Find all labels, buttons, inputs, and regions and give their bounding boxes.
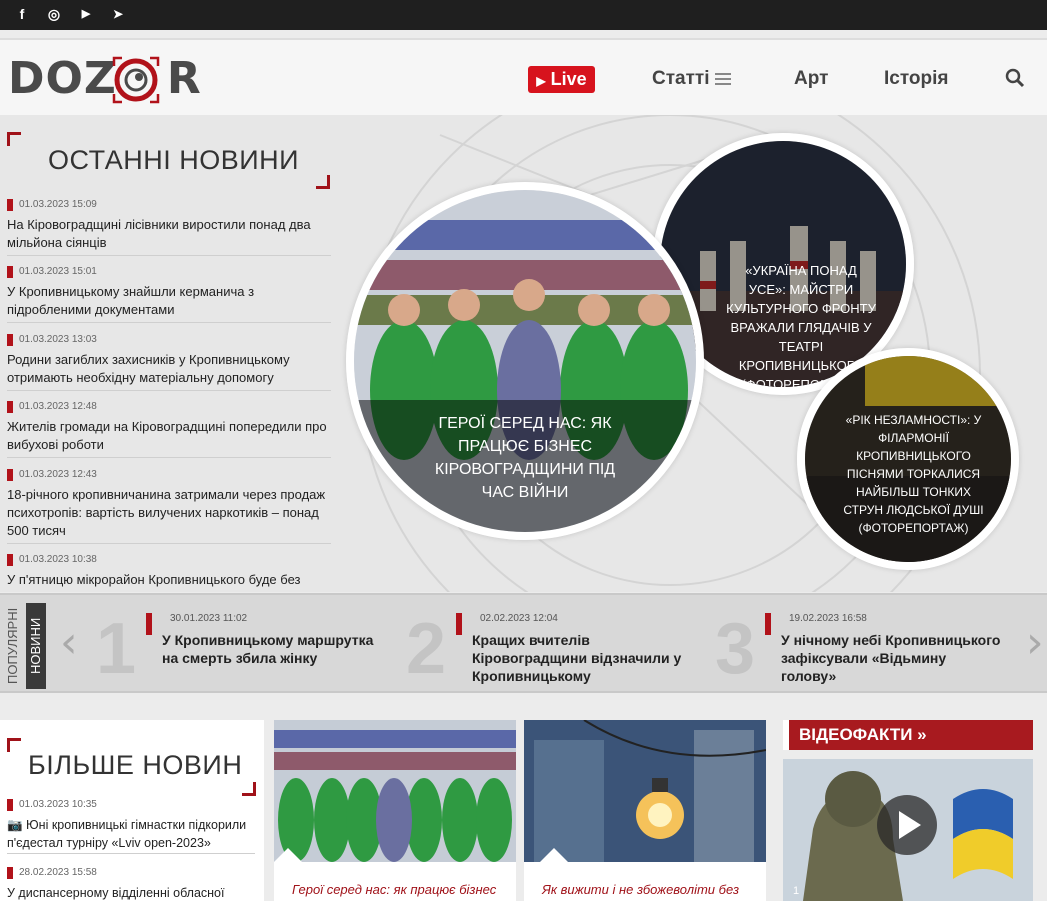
news-item[interactable]: 01.03.2023 10:38 У п'ятницю мікрорайон К…	[7, 553, 331, 592]
featured-caption: «РІК НЕЗЛАМНОСТІ»: У ФІЛАРМОНІЇ КРОПИВНИ…	[843, 413, 984, 535]
logo-text-left: DOZ	[8, 53, 117, 104]
latest-news: ОСТАННІ НОВИНИ 01.03.2023 15:09 На Кіров…	[0, 115, 340, 592]
featured-caption-main: ГЕРОЇ СЕРЕД НАС: ЯК ПРАЦЮЄ БІЗНЕС КІРОВО…	[434, 415, 616, 501]
logo-text-right: R	[166, 53, 202, 104]
popular-rank: 1	[96, 609, 137, 689]
news-date: 28.02.2023 15:58	[7, 866, 255, 880]
video-facts: ВІДЕОФАКТИ » 1	[783, 720, 1033, 901]
nav-history[interactable]: Історія	[884, 68, 948, 90]
news-date: 01.03.2023 15:09	[7, 198, 331, 212]
news-title[interactable]: 📷 Юні кропивницькі гімнастки підкорили п…	[7, 816, 255, 852]
more-news: БІЛЬШЕ НОВИН 01.03.2023 10:35 📷 Юні кроп…	[0, 720, 264, 901]
news-item[interactable]: 01.03.2023 12:43 18-річного кропивничани…	[7, 468, 331, 544]
video-facts-title[interactable]: ВІДЕОФАКТИ »	[799, 720, 927, 750]
news-title[interactable]: У диспансерному відділенні обласної	[7, 884, 255, 901]
news-item[interactable]: 28.02.2023 15:58 У диспансерному відділе…	[7, 866, 255, 901]
card-title[interactable]: Герої серед нас: як працює бізнес	[292, 882, 496, 897]
popular-title[interactable]: У нічному небі Кропивницького зафіксувал…	[781, 631, 1001, 685]
news-date: 01.03.2023 13:03	[7, 333, 331, 347]
news-date: 01.03.2023 12:43	[7, 468, 331, 482]
site-logo[interactable]: DOZ R	[8, 54, 203, 104]
live-label: Live	[550, 69, 587, 89]
news-title[interactable]: У Кропивницькому знайшли керманича з під…	[7, 283, 331, 319]
popular-title[interactable]: У Кропивницькому маршрутка на смерть зби…	[162, 631, 382, 667]
logo-eye-icon	[112, 56, 160, 104]
video-counter: 1	[793, 885, 800, 897]
news-item[interactable]: 01.03.2023 15:09 На Кіровоградщині лісів…	[7, 198, 331, 256]
latest-news-title: ОСТАННІ НОВИНИ	[48, 145, 300, 175]
featured-story-main[interactable]: ГЕРОЇ СЕРЕД НАС: ЯК ПРАЦЮЄ БІЗНЕС КІРОВО…	[346, 182, 704, 540]
popular-rank: 2	[406, 609, 447, 689]
corner-decoration	[7, 132, 21, 146]
telegram-icon[interactable]: ➤	[108, 4, 128, 24]
facebook-icon[interactable]: f	[12, 4, 32, 24]
soldier-flag-thumbnail	[783, 759, 1033, 901]
search-icon[interactable]	[1005, 68, 1025, 88]
featured-story-circle[interactable]: «РІК НЕЗЛАМНОСТІ»: У ФІЛАРМОНІЇ КРОПИВНИ…	[797, 348, 1019, 570]
popular-item[interactable]: 1 30.01.2023 11:02 У Кропивницькому марш…	[96, 607, 396, 687]
prev-arrow-icon[interactable]: ‹	[60, 621, 78, 665]
corner-decoration	[242, 782, 256, 796]
popular-title[interactable]: Кращих вчителів Кіровоградщини відзначил…	[472, 631, 692, 685]
news-card[interactable]: Як вижити і не збожеволіти без	[524, 720, 766, 901]
instagram-icon[interactable]: ◎	[44, 4, 64, 24]
news-item[interactable]: 01.03.2023 15:01 У Кропивницькому знайшл…	[7, 265, 331, 323]
news-card[interactable]: Герої серед нас: як працює бізнес	[274, 720, 516, 901]
next-arrow-icon[interactable]: ›	[1026, 621, 1044, 665]
popular-rank: 3	[715, 609, 756, 689]
popular-news: ПОПУЛЯРНІ НОВИНИ ‹ › 1 30.01.2023 11:02 …	[0, 593, 1047, 693]
video-facts-header[interactable]: ВІДЕОФАКТИ »	[783, 720, 1033, 750]
news-title[interactable]: У п'ятницю мікрорайон Кропивницького буд…	[7, 571, 331, 592]
header-stripe	[783, 720, 789, 750]
nav-articles[interactable]: Статті	[652, 68, 732, 90]
news-title[interactable]: На Кіровоградщині лісівники виростили по…	[7, 216, 331, 252]
popular-label-top: ПОПУЛЯРНІ	[5, 607, 20, 685]
popular-label-bottom: НОВИНИ	[26, 603, 46, 689]
news-date: 01.03.2023 15:01	[7, 265, 331, 279]
blackout-lightbulb-thumbnail	[524, 720, 766, 862]
news-date: 01.03.2023 12:48	[7, 400, 331, 414]
popular-item[interactable]: 2 02.02.2023 12:04 Кращих вчителів Кіров…	[406, 607, 706, 687]
nav-art[interactable]: Арт	[794, 68, 828, 90]
news-title[interactable]: 18-річного кропивничанина затримали чере…	[7, 486, 331, 540]
nav-articles-label: Статті	[652, 68, 710, 89]
news-title[interactable]: Родини загиблих захисників у Кропивницьк…	[7, 351, 331, 387]
news-item[interactable]: 01.03.2023 10:35 📷 Юні кропивницькі гімн…	[7, 798, 255, 854]
news-date: 01.03.2023 10:38	[7, 553, 331, 567]
news-item[interactable]: 01.03.2023 12:48 Жителів громади на Кіро…	[7, 400, 331, 458]
news-date: 01.03.2023 10:35	[7, 798, 255, 812]
corner-decoration	[7, 738, 21, 752]
news-item[interactable]: 01.03.2023 13:03 Родини загиблих захисни…	[7, 333, 331, 391]
shop-staff-thumbnail	[274, 720, 516, 862]
site-header: DOZ R ▶ Live Статті Арт Історія	[0, 38, 1047, 115]
card-title[interactable]: Як вижити і не збожеволіти без	[542, 882, 739, 897]
live-button[interactable]: ▶ Live	[528, 66, 595, 93]
popular-label: ПОПУЛЯРНІ НОВИНИ	[4, 603, 46, 689]
more-news-title: БІЛЬШЕ НОВИН	[28, 750, 243, 780]
social-bar: f ◎ ▶ ➤	[0, 0, 1047, 30]
video-thumbnail[interactable]: 1	[783, 759, 1033, 901]
youtube-icon[interactable]: ▶	[76, 4, 96, 24]
news-title[interactable]: Жителів громади на Кіровоградщині попере…	[7, 418, 331, 454]
corner-decoration	[316, 175, 330, 189]
hero-section: ОСТАННІ НОВИНИ 01.03.2023 15:09 На Кіров…	[0, 115, 1047, 592]
menu-icon[interactable]	[715, 73, 732, 85]
popular-item[interactable]: 3 19.02.2023 16:58 У нічному небі Кропив…	[715, 607, 1015, 687]
